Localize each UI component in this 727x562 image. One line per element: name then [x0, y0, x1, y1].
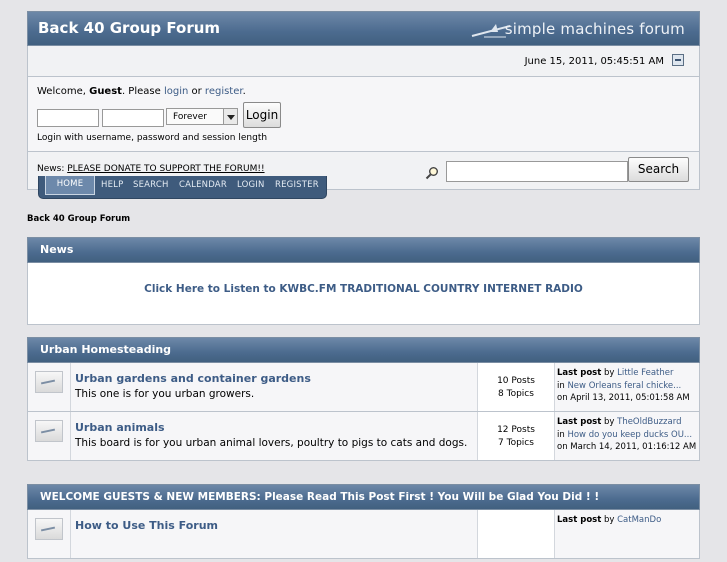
last-post-topic-link[interactable]: New Orleans feral chicke...: [567, 381, 681, 391]
last-post-info: Last post by Little Feather in New Orlea…: [555, 363, 699, 415]
no-new-posts-icon: [35, 518, 63, 540]
board-row: Urban gardens and container gardens This…: [27, 363, 700, 412]
board-description: This one is for you urban growers.: [75, 388, 255, 400]
tab-login[interactable]: LOGIN: [237, 180, 265, 190]
board-name[interactable]: Urban animals: [75, 421, 165, 434]
category-urban-homesteading: Urban Homesteading Urban gardens and con…: [27, 337, 700, 461]
welcome-text: Welcome, Guest. Please login or register…: [37, 86, 246, 97]
tab-search[interactable]: SEARCH: [133, 180, 169, 190]
or-text: or: [188, 86, 205, 97]
username-input[interactable]: [37, 109, 99, 127]
category-title[interactable]: Urban Homesteading: [27, 337, 700, 363]
welcome-prefix: Welcome,: [37, 86, 90, 97]
session-length-select[interactable]: Forever: [166, 108, 238, 125]
donate-link[interactable]: PLEASE DONATE TO SUPPORT THE FORUM!!: [67, 164, 264, 174]
in-text: in: [557, 380, 568, 391]
by-text: by: [601, 368, 618, 378]
forum-wrapper: Back 40 Group Forum simple machines foru…: [27, 11, 700, 190]
board-name[interactable]: Urban gardens and container gardens: [75, 372, 311, 385]
last-post-label: Last post: [557, 368, 602, 378]
by-text: by: [601, 417, 618, 427]
tab-home[interactable]: HOME: [45, 176, 95, 195]
last-post-date: on April 13, 2011, 05:01:58 AM: [557, 393, 690, 403]
collapse-header-icon[interactable]: [672, 54, 684, 66]
news-box-body: Click Here to Listen to KWBC.FM TRADITIO…: [27, 263, 700, 325]
current-date: June 15, 2011, 05:45:51 AM: [524, 56, 664, 67]
login-box: Welcome, Guest. Please login or register…: [27, 76, 700, 152]
news-label: News:: [37, 164, 68, 174]
board-name[interactable]: How to Use This Forum: [75, 519, 218, 532]
chevron-down-icon[interactable]: [223, 109, 237, 124]
no-new-posts-icon: [35, 420, 63, 442]
post-count: 12 Posts: [497, 425, 535, 435]
news-line: News: PLEASE DONATE TO SUPPORT THE FORUM…: [37, 164, 265, 174]
forum-title[interactable]: Back 40 Group Forum: [38, 19, 220, 37]
last-post-label: Last post: [557, 417, 602, 427]
by-text: by: [601, 515, 618, 525]
last-post-info: Last post by TheOldBuzzard in How do you…: [555, 412, 699, 464]
date-bar: June 15, 2011, 05:45:51 AM: [27, 46, 700, 76]
last-post-user-link[interactable]: CatManDo: [617, 515, 661, 525]
please-text: . Please: [121, 86, 164, 97]
last-post-topic-link[interactable]: How do you keep ducks OU...: [567, 430, 692, 440]
guest-label: Guest: [89, 86, 122, 97]
board-icon-cell: [28, 510, 71, 558]
board-info: Urban animals This board is for you urba…: [71, 412, 476, 460]
search-button[interactable]: Search: [628, 157, 689, 182]
board-info: Urban gardens and container gardens This…: [71, 363, 476, 411]
board-stats: 10 Posts 8 Topics: [477, 363, 555, 411]
main-menu-tabs: HOME HELP SEARCH CALENDAR LOGIN REGISTER: [38, 176, 327, 199]
login-hint: Login with username, password and sessio…: [37, 133, 268, 143]
session-length-value: Forever: [173, 112, 207, 122]
breadcrumb[interactable]: Back 40 Group Forum: [27, 214, 130, 224]
topic-count: 8 Topics: [498, 389, 534, 399]
news-box-title: News: [27, 237, 700, 263]
login-link[interactable]: login: [164, 86, 188, 97]
no-new-posts-icon: [35, 371, 63, 393]
period-text: .: [242, 86, 246, 97]
board-row: Urban animals This board is for you urba…: [27, 412, 700, 461]
news-box: News Click Here to Listen to KWBC.FM TRA…: [27, 237, 700, 325]
last-post-user-link[interactable]: TheOldBuzzard: [617, 417, 681, 427]
tab-register[interactable]: REGISTER: [275, 180, 319, 190]
smf-logo-text: simple machines forum: [504, 20, 685, 38]
last-post-label: Last post: [557, 515, 602, 525]
login-button[interactable]: Login: [243, 102, 281, 128]
forum-header: Back 40 Group Forum simple machines foru…: [27, 11, 700, 46]
register-link[interactable]: register: [205, 86, 243, 97]
last-post-user-link[interactable]: Little Feather: [617, 368, 673, 378]
board-row: How to Use This Forum Last post by CatMa…: [27, 510, 700, 559]
post-count: 10 Posts: [497, 376, 535, 386]
last-post-info: Last post by CatManDo: [555, 510, 699, 562]
category-welcome-guests: WELCOME GUESTS & NEW MEMBERS: Please Rea…: [27, 484, 700, 559]
last-post-date: on March 14, 2011, 01:16:12 AM: [557, 442, 697, 452]
board-icon-cell: [28, 412, 71, 460]
in-text: in: [557, 429, 568, 440]
topic-count: 7 Topics: [498, 438, 534, 448]
board-icon-cell: [28, 363, 71, 411]
password-input[interactable]: [102, 109, 164, 127]
search-icon[interactable]: [425, 166, 439, 180]
category-title[interactable]: WELCOME GUESTS & NEW MEMBERS: Please Rea…: [27, 484, 700, 510]
board-stats: 12 Posts 7 Topics: [477, 412, 555, 460]
board-stats: [477, 510, 555, 558]
tab-calendar[interactable]: CALENDAR: [179, 180, 227, 190]
tab-help[interactable]: HELP: [101, 180, 123, 190]
radio-link[interactable]: Click Here to Listen to KWBC.FM TRADITIO…: [28, 283, 699, 295]
board-description: This board is for you urban animal lover…: [75, 437, 468, 449]
search-input[interactable]: [446, 161, 628, 182]
board-info: How to Use This Forum: [71, 510, 476, 558]
